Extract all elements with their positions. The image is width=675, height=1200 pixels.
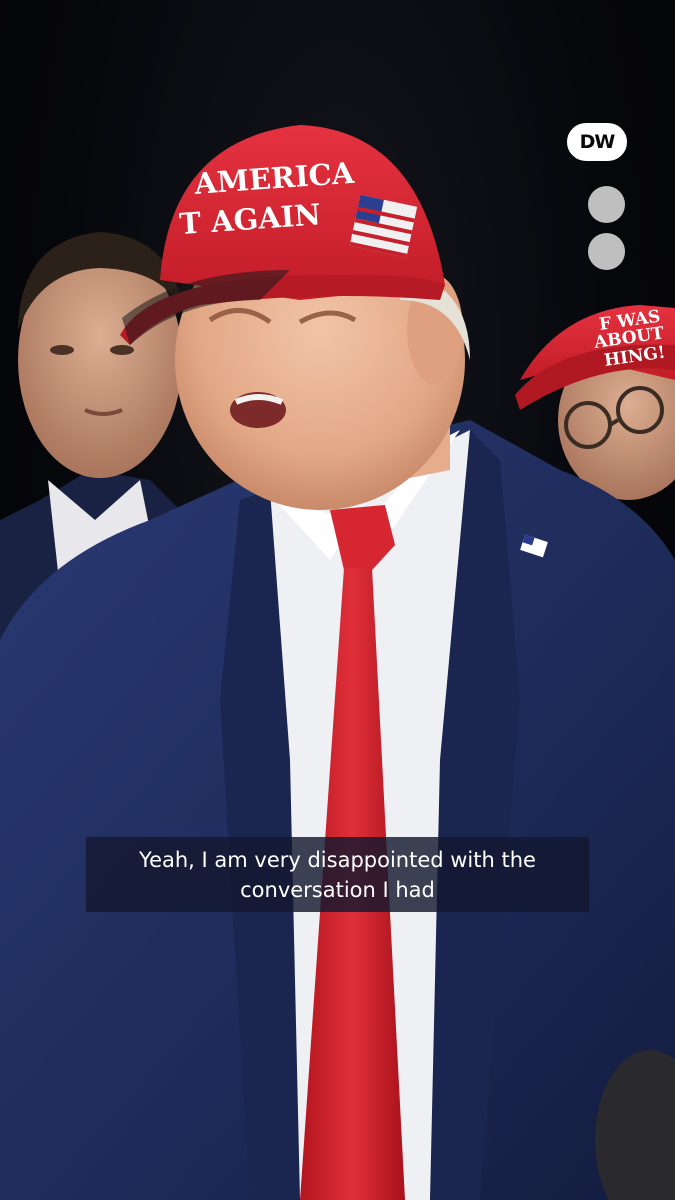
page-indicator-dot-2[interactable]	[588, 233, 625, 270]
dw-logo: DW	[567, 123, 627, 161]
dw-logo-text: DW	[579, 131, 616, 153]
caption-line-2: conversation I had	[240, 877, 435, 902]
video-scene: F WAS ABOUT HING! AMERICA T AGAIN	[0, 125, 675, 1200]
page-indicator-dot-1[interactable]	[588, 186, 625, 223]
subtitle-caption: Yeah, I am very disappointed with the co…	[86, 837, 589, 912]
video-frame[interactable]: F WAS ABOUT HING! AMERICA T AGAIN DW Yea…	[0, 0, 675, 1200]
caption-line-1: Yeah, I am very disappointed with the	[139, 847, 536, 872]
